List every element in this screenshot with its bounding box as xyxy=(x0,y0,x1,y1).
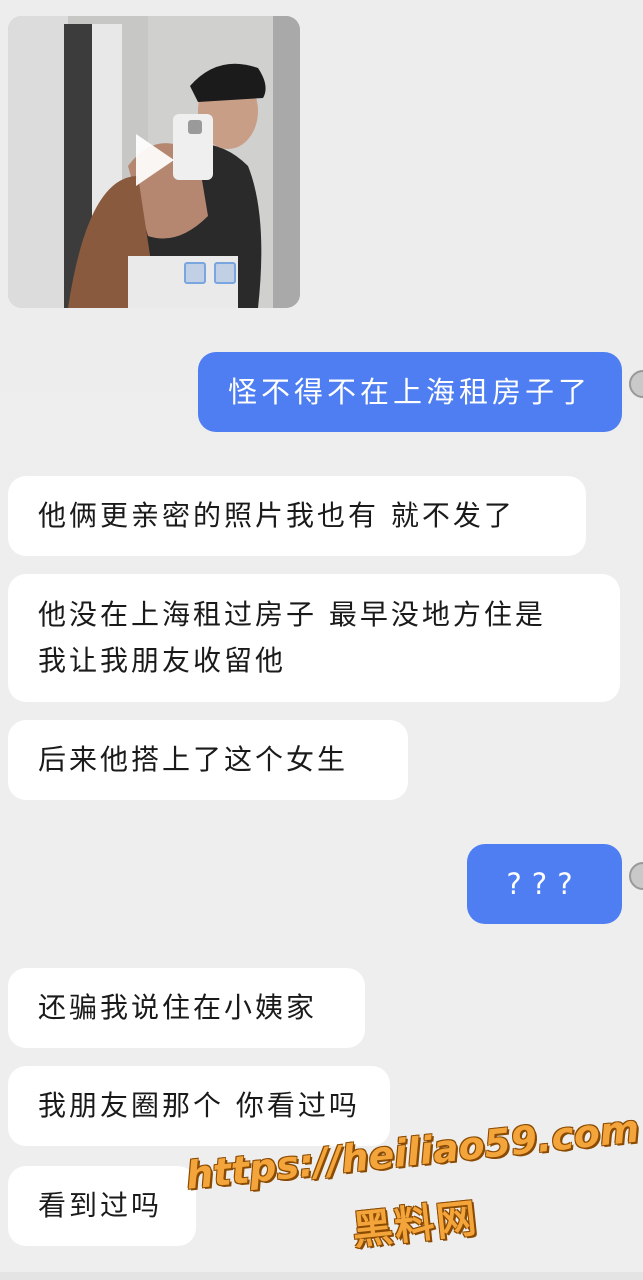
incoming-message-2[interactable]: 他没在上海租过房子 最早没地方住是 我让我朋友收留他 xyxy=(8,574,620,702)
message-text: 怪不得不在上海租房子了 xyxy=(228,375,592,409)
message-text: 看到过吗 xyxy=(38,1189,163,1222)
message-text-line-1: 他没在上海租过房子 最早没地方住是 xyxy=(38,598,546,631)
incoming-message-3[interactable]: 后来他搭上了这个女生 xyxy=(8,720,408,800)
incoming-message-6[interactable]: 看到过吗 xyxy=(8,1166,196,1246)
badge-icon-right xyxy=(214,262,236,284)
message-text: 他俩更亲密的照片我也有 就不发了 xyxy=(38,499,515,532)
watermark-name: 黑料网 xyxy=(350,1195,481,1255)
avatar[interactable] xyxy=(629,862,643,890)
bottom-divider xyxy=(0,1272,643,1280)
message-text: 还骗我说住在小姨家 xyxy=(38,991,318,1024)
play-icon[interactable] xyxy=(136,134,174,186)
message-text: 我朋友圈那个 你看过吗 xyxy=(38,1089,360,1122)
message-text: 后来他搭上了这个女生 xyxy=(38,743,349,776)
outgoing-message-2[interactable]: ??? xyxy=(467,844,622,924)
incoming-message-1[interactable]: 他俩更亲密的照片我也有 就不发了 xyxy=(8,476,586,556)
message-text: ??? xyxy=(506,867,583,901)
badge-icon-left xyxy=(184,262,206,284)
video-thumbnail[interactable] xyxy=(8,16,300,308)
avatar[interactable] xyxy=(629,370,643,398)
incoming-message-4[interactable]: 还骗我说住在小姨家 xyxy=(8,968,365,1048)
outgoing-message-1[interactable]: 怪不得不在上海租房子了 xyxy=(198,352,622,432)
incoming-message-5[interactable]: 我朋友圈那个 你看过吗 xyxy=(8,1066,390,1146)
message-text-line-2: 我让我朋友收留他 xyxy=(38,644,287,677)
